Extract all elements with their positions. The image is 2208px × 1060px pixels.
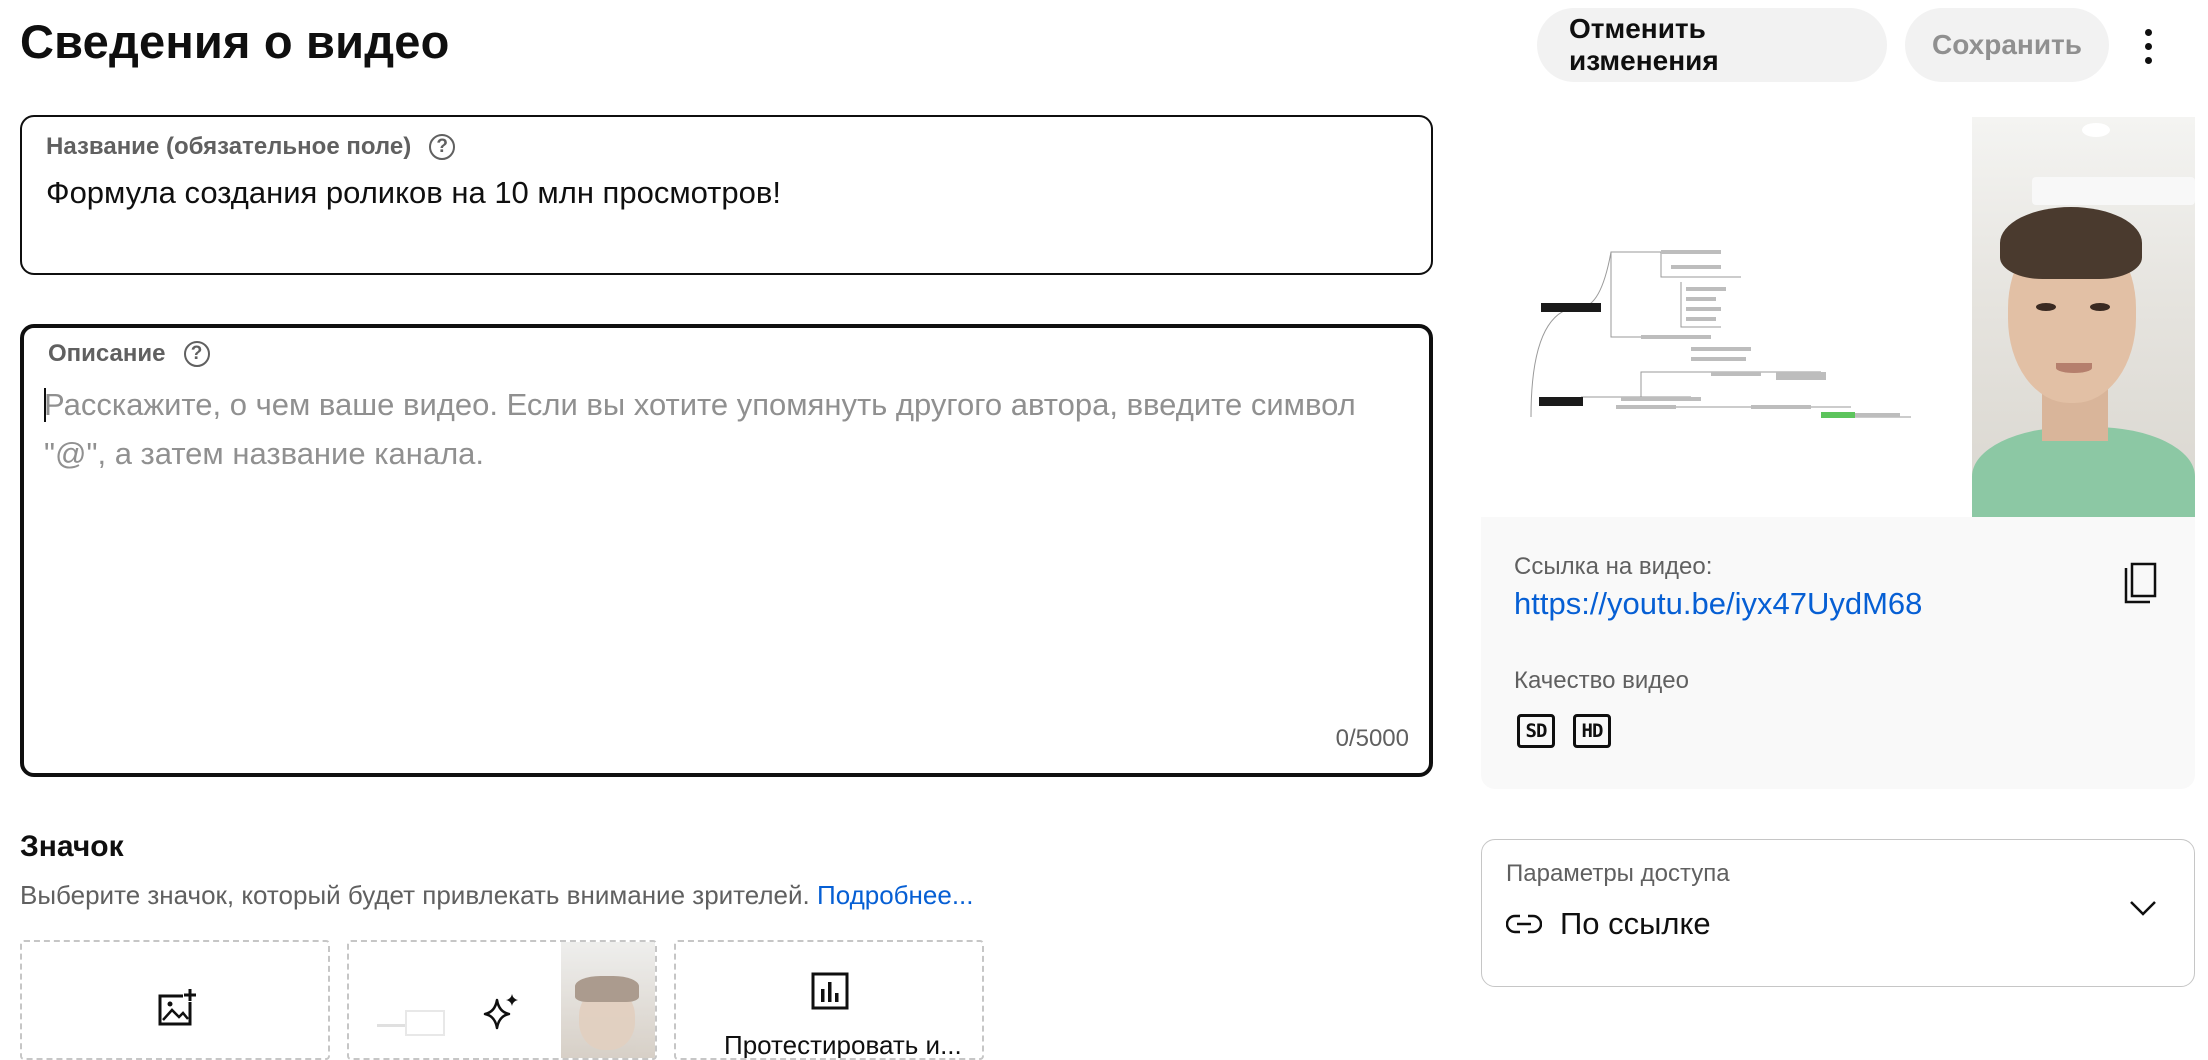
page-title: Сведения о видео (20, 15, 450, 68)
auto-thumbnail-card[interactable] (347, 940, 657, 1060)
presenter-video-panel (1972, 117, 2195, 517)
visibility-label: Параметры доступа (1506, 860, 1730, 887)
visibility-dropdown[interactable]: Параметры доступа По ссылке (1481, 839, 2195, 987)
title-field[interactable]: Название (обязательное поле) ? Формула с… (20, 115, 1433, 275)
title-input[interactable]: Формула создания роликов на 10 млн просм… (46, 175, 781, 211)
description-field-label: Описание (48, 340, 166, 367)
thumbnail-face-preview (561, 942, 655, 1058)
person-mouth (2056, 363, 2092, 373)
video-link[interactable]: https://youtu.be/iyx47UydM68 (1514, 586, 1922, 622)
video-preview[interactable] (1481, 117, 2195, 517)
link-icon (1506, 914, 1542, 934)
person-eye-right (2090, 303, 2110, 311)
sd-quality-badge: SD (1517, 714, 1555, 748)
help-circle-icon[interactable]: ? (183, 341, 210, 367)
chevron-down-icon[interactable] (2128, 898, 2158, 918)
undo-changes-button[interactable]: Отменить изменения (1537, 8, 1887, 82)
description-placeholder[interactable]: Расскажите, о чем ваше видео. Если вы хо… (44, 380, 1414, 478)
visibility-value: По ссылке (1560, 906, 1711, 941)
visibility-value-row: По ссылке (1506, 906, 1711, 942)
sparkle-icon (483, 994, 518, 1030)
test-compare-card[interactable]: Протестировать и... (674, 940, 984, 1060)
video-info-panel: Ссылка на видео: https://youtu.be/iyx47U… (1481, 517, 2195, 789)
description-label-row: Описание ? (48, 340, 210, 368)
mindmap-preview (1530, 250, 1911, 418)
ceiling-lamp (2082, 123, 2110, 137)
video-quality-label: Качество видео (1514, 667, 1689, 694)
character-counter: 0/5000 (1335, 725, 1409, 752)
wall-ac-unit (2032, 177, 2195, 205)
title-field-label-row: Название (обязательное поле) ? (46, 133, 456, 161)
more-vert-icon[interactable] (2128, 18, 2168, 74)
thumbnail-subtitle-text: Выберите значок, который будет привлекат… (20, 880, 810, 910)
add-image-icon (158, 988, 197, 1026)
title-field-label: Название (обязательное поле) (46, 133, 412, 160)
description-field[interactable]: Описание ? Расскажите, о чем ваше видео.… (20, 324, 1433, 777)
quality-badges: SD HD (1517, 714, 1611, 748)
bar-chart-icon (811, 972, 849, 1010)
test-compare-label: Протестировать и... (724, 1030, 962, 1060)
copy-icon[interactable] (2123, 562, 2157, 604)
help-circle-icon[interactable]: ? (429, 134, 456, 160)
upload-thumbnail-card[interactable] (20, 940, 330, 1060)
person-hair (2000, 207, 2142, 279)
video-link-label: Ссылка на видео: (1514, 553, 1713, 580)
hd-quality-badge: HD (1573, 714, 1611, 748)
learn-more-link[interactable]: Подробнее... (817, 880, 974, 910)
mini-diagram-preview (377, 1002, 447, 1036)
save-button[interactable]: Сохранить (1905, 8, 2109, 82)
thumbnail-section-subtitle: Выберите значок, который будет привлекат… (20, 880, 974, 911)
thumbnail-section-title: Значок (20, 830, 124, 863)
person-eye-left (2036, 303, 2056, 311)
